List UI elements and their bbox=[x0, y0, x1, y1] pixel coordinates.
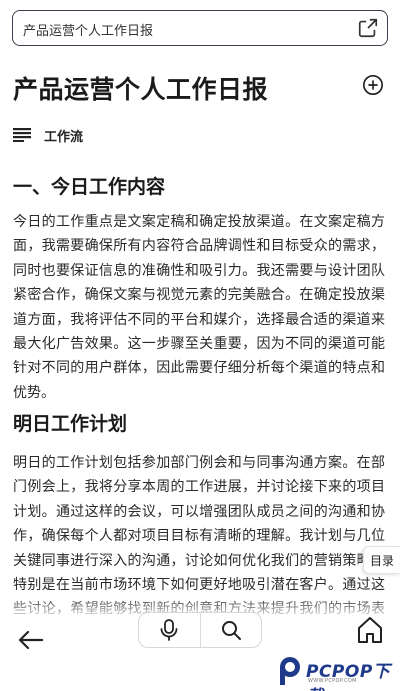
title-bar-text: 产品运营个人工作日报 bbox=[23, 24, 154, 39]
workflow-link[interactable]: 工作流 bbox=[13, 124, 83, 146]
search-icon bbox=[221, 621, 241, 640]
watermark-text: PCPOP下载 bbox=[306, 662, 391, 691]
pcpop-logo-icon bbox=[280, 657, 300, 685]
microphone-button[interactable] bbox=[139, 613, 200, 647]
search-button[interactable] bbox=[201, 613, 262, 647]
add-circle-icon[interactable] bbox=[362, 74, 384, 96]
workflow-label: 工作流 bbox=[44, 129, 84, 145]
voice-search-pill bbox=[138, 612, 262, 648]
open-external-icon[interactable] bbox=[357, 17, 379, 39]
watermark-subtext: WWW.PCPOP.COM bbox=[308, 678, 357, 684]
section-body-tomorrow: 明日的工作计划包括参加部门例会和与同事沟通方案。在部门例会上，我将分享本周的工作… bbox=[13, 455, 385, 617]
arrow-left-icon[interactable] bbox=[18, 628, 44, 652]
toc-tab[interactable]: 目录 bbox=[363, 546, 400, 574]
microphone-icon bbox=[160, 619, 178, 641]
document-title-bar[interactable]: 产品运营个人工作日报 bbox=[12, 10, 388, 46]
watermark: PCPOP下载 WWW.PCPOP.COM bbox=[272, 652, 400, 691]
section-heading-tomorrow: 明日工作计划 bbox=[13, 413, 128, 435]
list-icon bbox=[13, 128, 31, 142]
section-heading-today: 一、今日工作内容 bbox=[13, 176, 166, 198]
page-title: 产品运营个人工作日报 bbox=[13, 75, 269, 104]
home-icon[interactable] bbox=[357, 616, 383, 644]
section-body-today: 今日的工作重点是文案定稿和确定投放渠道。在文案定稿方面，我需要确保所有内容符合品… bbox=[13, 214, 385, 401]
